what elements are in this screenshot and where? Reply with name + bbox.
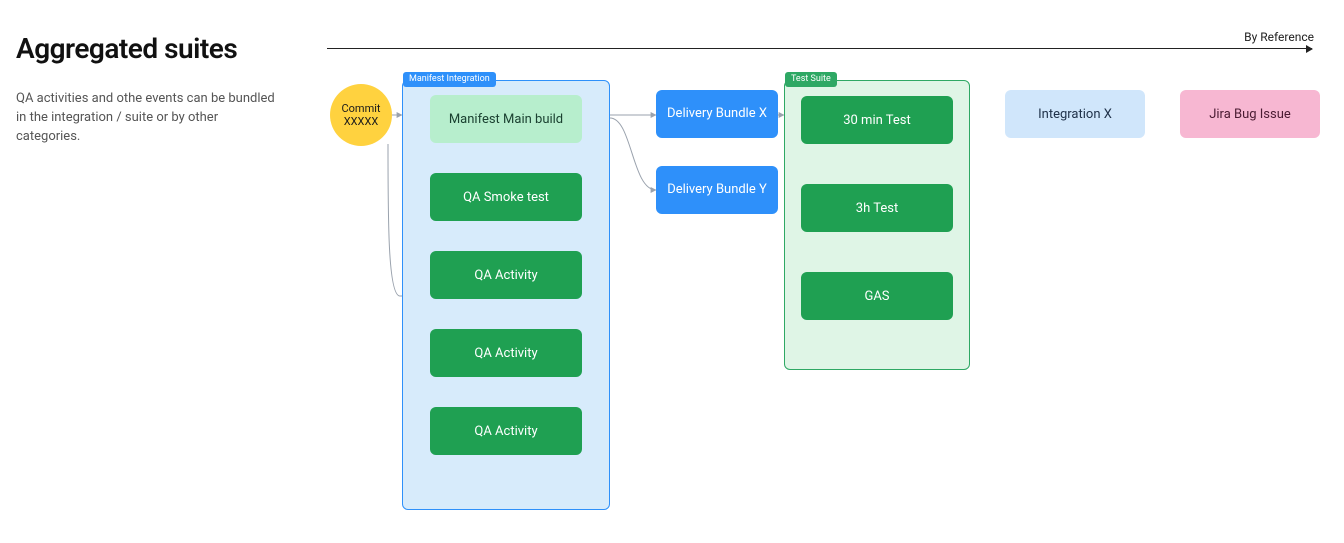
card-qa-smoke-test: QA Smoke test bbox=[430, 173, 582, 221]
card-manifest-main-build: Manifest Main build bbox=[430, 95, 582, 143]
commit-label: CommitXXXXX bbox=[342, 102, 381, 128]
group-label-manifest: Manifest Integration bbox=[403, 72, 496, 87]
diagram-canvas: CommitXXXXX Manifest Integration Test Su… bbox=[0, 0, 1344, 543]
group-label-suite: Test Suite bbox=[785, 72, 837, 87]
card-qa-activity-3: QA Activity bbox=[430, 407, 582, 455]
card-delivery-bundle-y: Delivery Bundle Y bbox=[656, 166, 778, 214]
card-gas: GAS bbox=[801, 272, 953, 320]
card-jira-bug-issue: Jira Bug Issue bbox=[1180, 90, 1320, 138]
connectors bbox=[0, 0, 1344, 543]
card-integration-x: Integration X bbox=[1005, 90, 1145, 138]
commit-node: CommitXXXXX bbox=[330, 84, 392, 146]
card-3h-test: 3h Test bbox=[801, 184, 953, 232]
card-qa-activity-1: QA Activity bbox=[430, 251, 582, 299]
card-qa-activity-2: QA Activity bbox=[430, 329, 582, 377]
card-delivery-bundle-x: Delivery Bundle X bbox=[656, 90, 778, 138]
card-30min-test: 30 min Test bbox=[801, 96, 953, 144]
